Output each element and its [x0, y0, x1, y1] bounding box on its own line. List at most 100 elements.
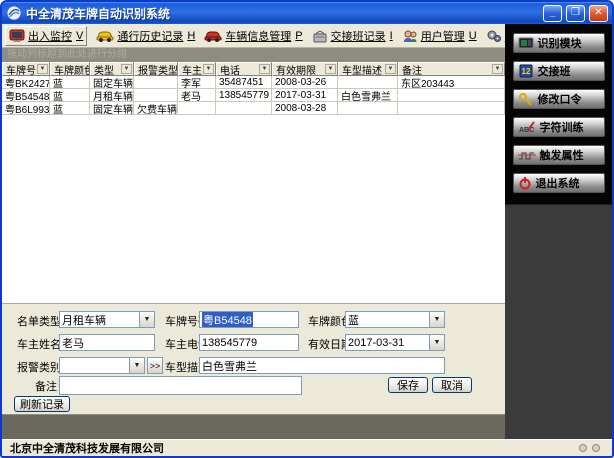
column-filter-arrow-icon[interactable]: ▼	[37, 64, 48, 74]
sidebar-button-label: 修改口令	[538, 91, 582, 107]
svg-text:ABC: ABC	[519, 127, 534, 134]
shift-handover-button[interactable]: 12 交接班	[513, 61, 605, 81]
table-row[interactable]: 粤B6L993 蓝 固定车辆 欠费车辆 2008-03-28	[2, 102, 505, 115]
character-training-button[interactable]: ABC 字符训练	[513, 117, 605, 137]
toolbar-label: 交接班记录	[331, 28, 386, 44]
toolbar-entry-exit-monitor[interactable]: 出入监控 V	[5, 26, 87, 46]
shift-handover-icon: 12	[518, 64, 534, 78]
cancel-button[interactable]: 取消	[432, 377, 472, 393]
remark-label: 备注	[35, 378, 57, 394]
plate-number-input[interactable]: 粤B54548	[199, 311, 299, 328]
alarm-type-select[interactable]: ▼	[59, 357, 145, 374]
toolbar-shift-record[interactable]: 交接班记录 I	[312, 28, 393, 44]
bottom-panel	[2, 414, 505, 439]
table-empty-area	[2, 115, 505, 303]
status-indicators	[579, 444, 604, 452]
toolbar-label: 通行历史记录	[117, 28, 183, 44]
toolbar-label: 车辆信息管理	[225, 28, 291, 44]
column-filter-arrow-icon[interactable]: ▼	[259, 64, 270, 74]
sidebar-button-label: 退出系统	[536, 175, 580, 191]
column-header-alarm-type[interactable]: 报警类型▼	[134, 62, 178, 76]
status-indicator-icon	[592, 444, 600, 452]
close-button[interactable]: ✕	[589, 5, 608, 22]
column-filter-arrow-icon[interactable]: ▼	[203, 64, 214, 74]
column-header-owner[interactable]: 车主▼	[178, 62, 216, 76]
chevron-down-icon[interactable]: ▼	[129, 358, 144, 373]
column-header-plate[interactable]: 车牌号▼	[2, 62, 50, 76]
recognition-module-icon	[518, 37, 534, 50]
column-filter-arrow-icon[interactable]: ▼	[121, 64, 132, 74]
owner-phone-input[interactable]	[199, 334, 299, 351]
window-title: 中全清茂车牌自动识别系统	[26, 5, 539, 22]
pass-history-car-icon	[96, 29, 114, 43]
recognition-module-button[interactable]: 识别模块	[513, 33, 605, 53]
valid-date-select[interactable]: 2017-03-31 ▼	[345, 334, 445, 351]
list-type-select[interactable]: 月租车辆 ▼	[59, 311, 155, 328]
owner-name-input[interactable]	[59, 334, 155, 351]
selected-text: 粤B54548	[202, 312, 253, 328]
toolbar-label: 出入监控	[28, 28, 72, 44]
main-toolbar: 出入监控 V 通行历史记录 H 车辆信息管理 P 交接班记录 I	[2, 24, 505, 48]
column-filter-arrow-icon[interactable]: ▼	[492, 64, 503, 74]
chevron-down-icon[interactable]: ▼	[139, 312, 154, 327]
chevron-down-icon[interactable]: ▼	[429, 312, 444, 327]
column-header-type[interactable]: 类型▼	[90, 62, 134, 76]
column-header-plate-color[interactable]: 车牌颜色▼	[50, 62, 90, 76]
alarm-type-more-button[interactable]: >>	[147, 357, 163, 374]
status-indicator-icon	[579, 444, 587, 452]
app-window: 中全清茂车牌自动识别系统 _ ❐ ✕ 出入监控 V 通行历史记录 H	[0, 0, 614, 458]
function-sidebar: 识别模块 12 交接班 修改口令 ABC 字符训练 触发属性 退出系统	[505, 24, 612, 439]
maximize-button[interactable]: ❐	[566, 5, 585, 22]
toolbar-pass-history[interactable]: 通行历史记录 H	[96, 28, 195, 44]
trigger-properties-button[interactable]: 触发属性	[513, 145, 605, 165]
record-edit-form: 名单类型 月租车辆 ▼ 车牌号码 粤B54548 车牌颜色 蓝 ▼ 车主姓名 车…	[2, 303, 505, 395]
status-bar: 北京中全清茂科技发展有限公司	[2, 439, 612, 456]
save-button[interactable]: 保存	[388, 377, 428, 393]
table-header-row: 车牌号▼ 车牌颜色▼ 类型▼ 报警类型▼ 车主▼ 电话▼ 有效期限▼ 车型描述▼…	[2, 62, 505, 76]
column-header-remark[interactable]: 备注▼	[398, 62, 505, 76]
app-logo-icon	[6, 5, 22, 21]
alarm-type-label: 报警类别	[17, 359, 61, 375]
owner-name-label: 车主姓名	[17, 336, 61, 352]
exit-system-power-icon	[518, 176, 532, 190]
column-filter-arrow-icon[interactable]: ▼	[325, 64, 336, 74]
user-management-icon	[402, 29, 418, 43]
column-header-vehicle-desc[interactable]: 车型描述▼	[338, 62, 398, 76]
refresh-records-button[interactable]: 刷新记录	[14, 396, 70, 412]
toolbar-vehicle-info[interactable]: 车辆信息管理 P	[204, 28, 302, 44]
entry-exit-monitor-icon	[9, 28, 25, 43]
table-row[interactable]: 粤BK2427 蓝 固定车辆 李军 35487451 2008-03-26 东区…	[2, 76, 505, 89]
toolbar-mnemonic: V	[76, 30, 83, 42]
toolbar-mnemonic: I	[390, 30, 393, 42]
vehicle-desc-input[interactable]	[199, 357, 445, 374]
sidebar-button-label: 交接班	[538, 63, 571, 79]
character-training-icon: ABC	[518, 120, 536, 134]
company-name: 北京中全清茂科技发展有限公司	[10, 440, 164, 456]
sidebar-button-label: 字符训练	[540, 119, 584, 135]
list-type-label: 名单类型	[17, 313, 61, 329]
toolbar-mnemonic: U	[469, 30, 477, 42]
remark-textarea[interactable]	[59, 376, 302, 395]
sidebar-button-label: 识别模块	[538, 35, 582, 51]
trigger-properties-waveform-icon	[518, 148, 536, 162]
vehicle-info-car-icon	[204, 29, 222, 43]
plate-color-select[interactable]: 蓝 ▼	[345, 311, 445, 328]
table-row[interactable]: 粤B54548 蓝 月租车辆 老马 138545779 2017-03-31 白…	[2, 89, 505, 102]
sidebar-button-label: 触发属性	[540, 147, 584, 163]
change-password-keys-icon	[518, 92, 534, 106]
toolbar-label: 用户管理	[421, 28, 465, 44]
toolbar-mnemonic: H	[187, 30, 195, 42]
column-filter-arrow-icon[interactable]: ▼	[385, 64, 396, 74]
chevron-down-icon[interactable]: ▼	[429, 335, 444, 350]
system-maintenance-gears-icon	[486, 29, 502, 43]
group-by-bar[interactable]: 拖动列标题到此处进行分组	[2, 48, 505, 62]
column-header-phone[interactable]: 电话▼	[216, 62, 272, 76]
change-password-button[interactable]: 修改口令	[513, 89, 605, 109]
minimize-button[interactable]: _	[543, 5, 562, 22]
column-header-valid-date[interactable]: 有效期限▼	[272, 62, 338, 76]
bottom-button-row: 刷新记录	[2, 395, 505, 414]
toolbar-user-management[interactable]: 用户管理 U	[402, 28, 477, 44]
svg-text:12: 12	[521, 67, 530, 76]
exit-system-button[interactable]: 退出系统	[513, 173, 605, 193]
toolbar-mnemonic: P	[295, 30, 302, 42]
